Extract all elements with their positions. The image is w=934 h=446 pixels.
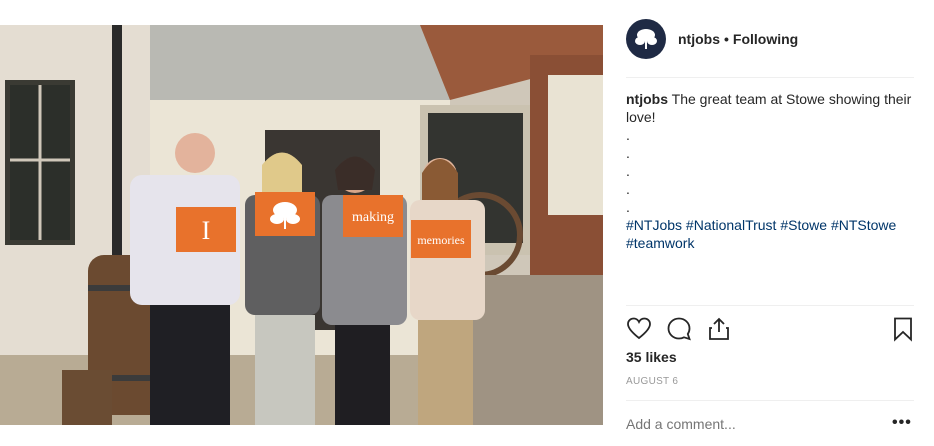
caption-dots: . . . . . [626,126,914,216]
avatar[interactable] [626,19,666,59]
heart-icon[interactable] [626,316,652,342]
actions-divider [626,305,914,306]
post-date: AUGUST 6 [626,376,679,387]
caption-dot: . [626,181,630,197]
hashtag-link[interactable]: #teamwork [626,235,694,251]
caption-dot: . [626,145,630,161]
username-link[interactable]: ntjobs [678,31,720,47]
sign-making-text: making [352,210,394,225]
post-header: ntjobs • Following [626,18,916,60]
likes-count[interactable]: 35 likes [626,349,677,365]
caption-dot: . [626,163,630,179]
more-options-icon[interactable]: ••• [892,414,912,432]
header-separator: • [724,31,729,47]
share-icon[interactable] [706,316,732,342]
hashtag-link[interactable]: #NationalTrust [686,217,777,233]
oak-leaf-icon [635,29,657,49]
post-caption: ntjobs The great team at Stowe showing t… [626,90,914,252]
post-photo[interactable]: I making memories [0,25,603,425]
photo-image: I making memories [0,25,603,425]
caption-dot: . [626,199,630,215]
follow-status[interactable]: Following [733,31,798,47]
comment-divider [626,400,914,401]
caption-username[interactable]: ntjobs [626,91,668,107]
caption-hashtags: #NTJobs #NationalTrust #Stowe #NTStowe #… [626,216,914,252]
sign-memories-text: memories [417,233,465,247]
hashtag-link[interactable]: #NTJobs [626,217,682,233]
caption-dot: . [626,127,630,143]
header-divider [626,77,914,78]
post-side-panel: ntjobs • Following ntjobs The great team a… [610,0,916,446]
hashtag-link[interactable]: #Stowe [780,217,827,233]
comment-icon[interactable] [666,316,692,342]
comment-input[interactable] [626,416,866,432]
sign-i-text: I [202,216,211,245]
hashtag-link[interactable]: #NTStowe [831,217,896,233]
action-bar [626,316,916,344]
caption-text: The great team at Stowe showing their lo… [626,91,912,125]
bookmark-icon[interactable] [890,316,916,342]
